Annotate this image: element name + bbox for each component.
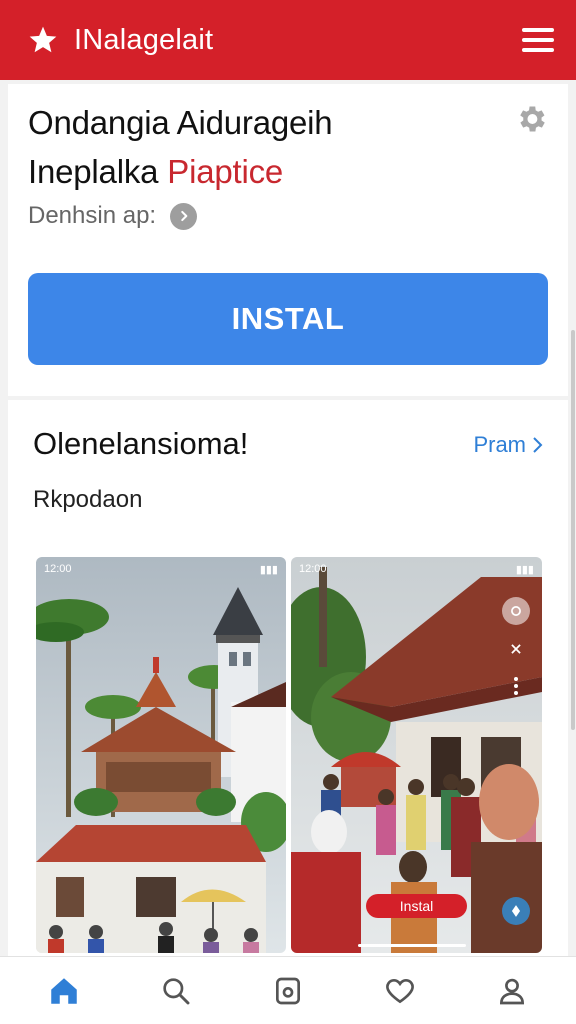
screenshots-card: Olenelansioma! Pram Rkpodaon 12:00 ▮▮▮ 1… [8, 400, 568, 956]
status-time: 12:00 [299, 563, 327, 575]
see-more-label: Pram [473, 432, 526, 457]
app-title: Ondangia Aidurageih Ineplalka Piaptice [28, 98, 488, 196]
status-time: 12:00 [44, 563, 72, 575]
app-screenshot-2[interactable]: 12:00 ▮▮▮ Instal [291, 557, 542, 953]
overlay-install-button[interactable]: Instal [366, 894, 467, 918]
section-subtitle: Rkpodaon [33, 486, 143, 513]
status-signal: ▮▮▮ [515, 563, 534, 576]
chevron-right-icon [533, 437, 543, 453]
camera-icon[interactable] [502, 597, 530, 625]
close-icon[interactable] [502, 635, 530, 663]
app-title-line1: Ondangia Aidurageih [28, 104, 333, 141]
status-bar: 12:00 ▮▮▮ [291, 561, 542, 577]
star-icon[interactable] [26, 23, 60, 57]
search-icon [163, 977, 190, 1004]
app-brand-title: INalagelait [74, 23, 214, 56]
install-button[interactable]: INSTAL [28, 273, 548, 365]
developer-label: Denhsin ap: [28, 202, 157, 229]
nav-search[interactable] [146, 961, 206, 1021]
menu-icon[interactable] [522, 24, 554, 56]
more-vert-icon[interactable] [502, 672, 530, 700]
app-info-card: Ondangia Aidurageih Ineplalka Piaptice D… [8, 84, 568, 396]
nav-profile[interactable] [482, 961, 542, 1021]
chevron-right-icon[interactable] [170, 202, 198, 230]
home-icon [51, 977, 77, 1004]
app-title-accent: Piaptice [167, 153, 284, 190]
nav-apps[interactable] [258, 961, 318, 1021]
heart-icon [386, 978, 414, 1003]
location-icon[interactable] [502, 897, 530, 925]
home-indicator [358, 944, 466, 947]
nav-home[interactable] [34, 961, 94, 1021]
app-title-line2: Ineplalka Piaptice [28, 147, 488, 196]
gear-icon[interactable] [514, 102, 548, 136]
app-title-main: Ineplalka [28, 153, 159, 190]
scrollbar[interactable] [571, 330, 575, 730]
status-signal: ▮▮▮ [259, 563, 278, 576]
profile-icon [499, 978, 525, 1004]
nav-favorites[interactable] [370, 961, 430, 1021]
apps-icon [276, 977, 300, 1004]
section-title: Olenelansioma! [33, 426, 249, 461]
see-more-link[interactable]: Pram [473, 432, 546, 458]
top-app-bar: INalagelait [0, 0, 576, 80]
status-bar: 12:00 ▮▮▮ [36, 561, 286, 577]
bottom-navigation [0, 956, 576, 1024]
app-screenshot-1[interactable]: 12:00 ▮▮▮ [36, 557, 286, 953]
developer-row[interactable]: Denhsin ap: [28, 202, 198, 230]
